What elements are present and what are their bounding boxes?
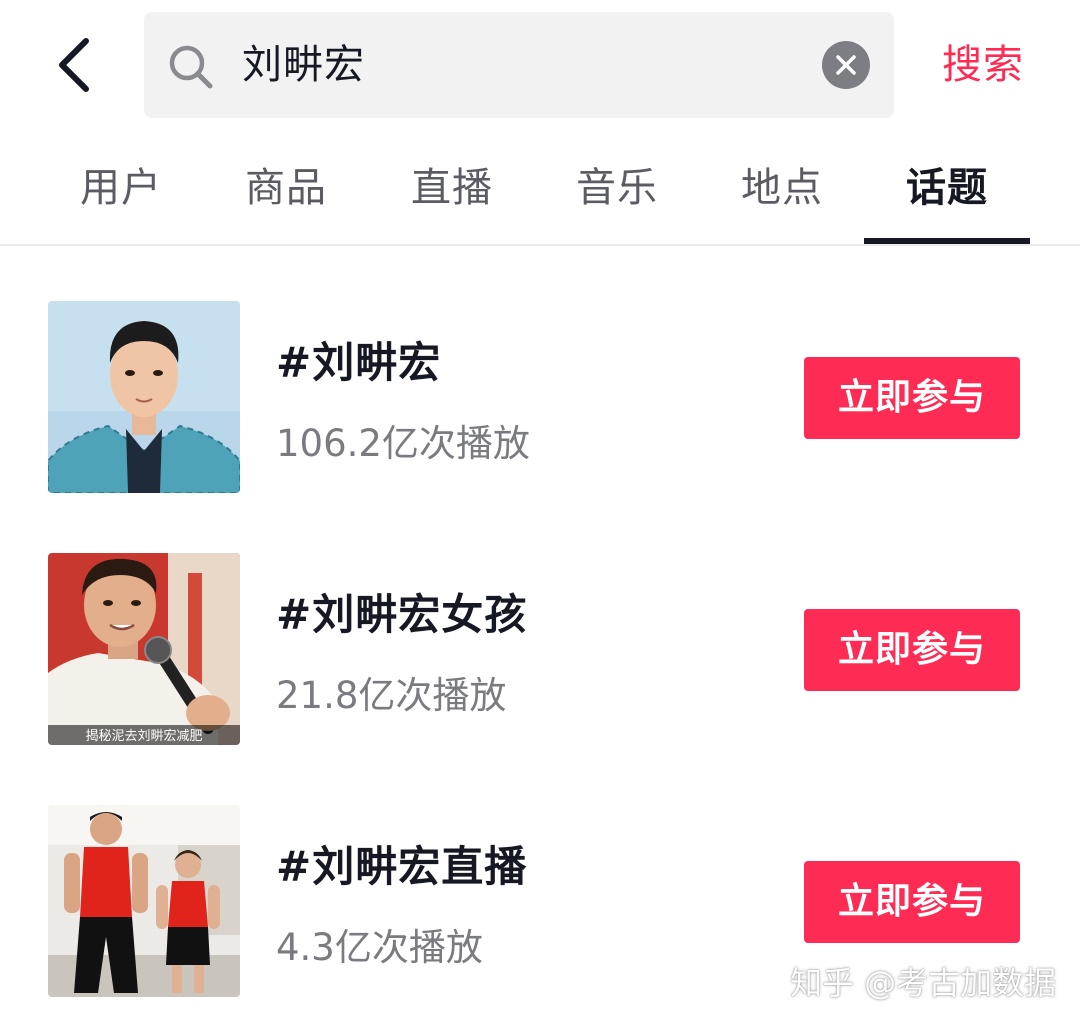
thumbnail-caption: 揭秘泥去刘畊宏减肥 [85, 729, 202, 744]
tabs-divider [0, 244, 1080, 246]
tab-live[interactable]: 直播 [369, 140, 535, 240]
tab-topics[interactable]: 话题 [864, 140, 1030, 240]
topic-play-count: 21.8亿次播放 [276, 674, 507, 717]
search-query[interactable]: 刘畊宏 [242, 12, 365, 118]
topic-play-count: 106.2亿次播放 [276, 422, 530, 465]
search-icon [169, 45, 213, 89]
clear-icon [836, 55, 856, 75]
topic-title: #刘畊宏女孩 [276, 590, 528, 639]
search-button[interactable]: 搜索 [942, 30, 1024, 100]
chevron-left-icon [59, 38, 89, 92]
join-button[interactable]: 立即参与 [804, 609, 1020, 691]
topic-row[interactable]: 揭秘泥去刘畊宏减肥 #刘畊宏女孩 21.8亿次播放 立即参与 [0, 553, 1080, 753]
tab-products[interactable]: 商品 [203, 140, 369, 240]
topic-title: #刘畊宏直播 [276, 842, 528, 891]
topic-row[interactable]: #刘畊宏 106.2亿次播放 立即参与 [0, 301, 1080, 501]
tab-users[interactable]: 用户 [38, 140, 204, 240]
topic-thumbnail [48, 301, 240, 493]
search-results-page: 刘畊宏 搜索 用户 商品 直播 音乐 地点 话题 #刘畊宏 106.2亿次播放 … [0, 0, 1080, 1025]
back-button[interactable] [44, 30, 104, 100]
join-button[interactable]: 立即参与 [804, 861, 1020, 943]
topic-thumbnail [48, 805, 240, 997]
topic-play-count: 4.3亿次播放 [276, 926, 483, 969]
watermark: 知乎 @考古加数据 [790, 964, 1057, 1002]
search-input[interactable]: 刘畊宏 [144, 12, 894, 118]
topic-title: #刘畊宏 [276, 338, 442, 387]
tab-locations[interactable]: 地点 [699, 140, 865, 240]
topic-thumbnail: 揭秘泥去刘畊宏减肥 [48, 553, 240, 745]
clear-button[interactable] [822, 41, 870, 89]
tab-music[interactable]: 音乐 [534, 140, 700, 240]
category-tabs: 用户 商品 直播 音乐 地点 话题 [0, 140, 1080, 244]
join-button[interactable]: 立即参与 [804, 357, 1020, 439]
